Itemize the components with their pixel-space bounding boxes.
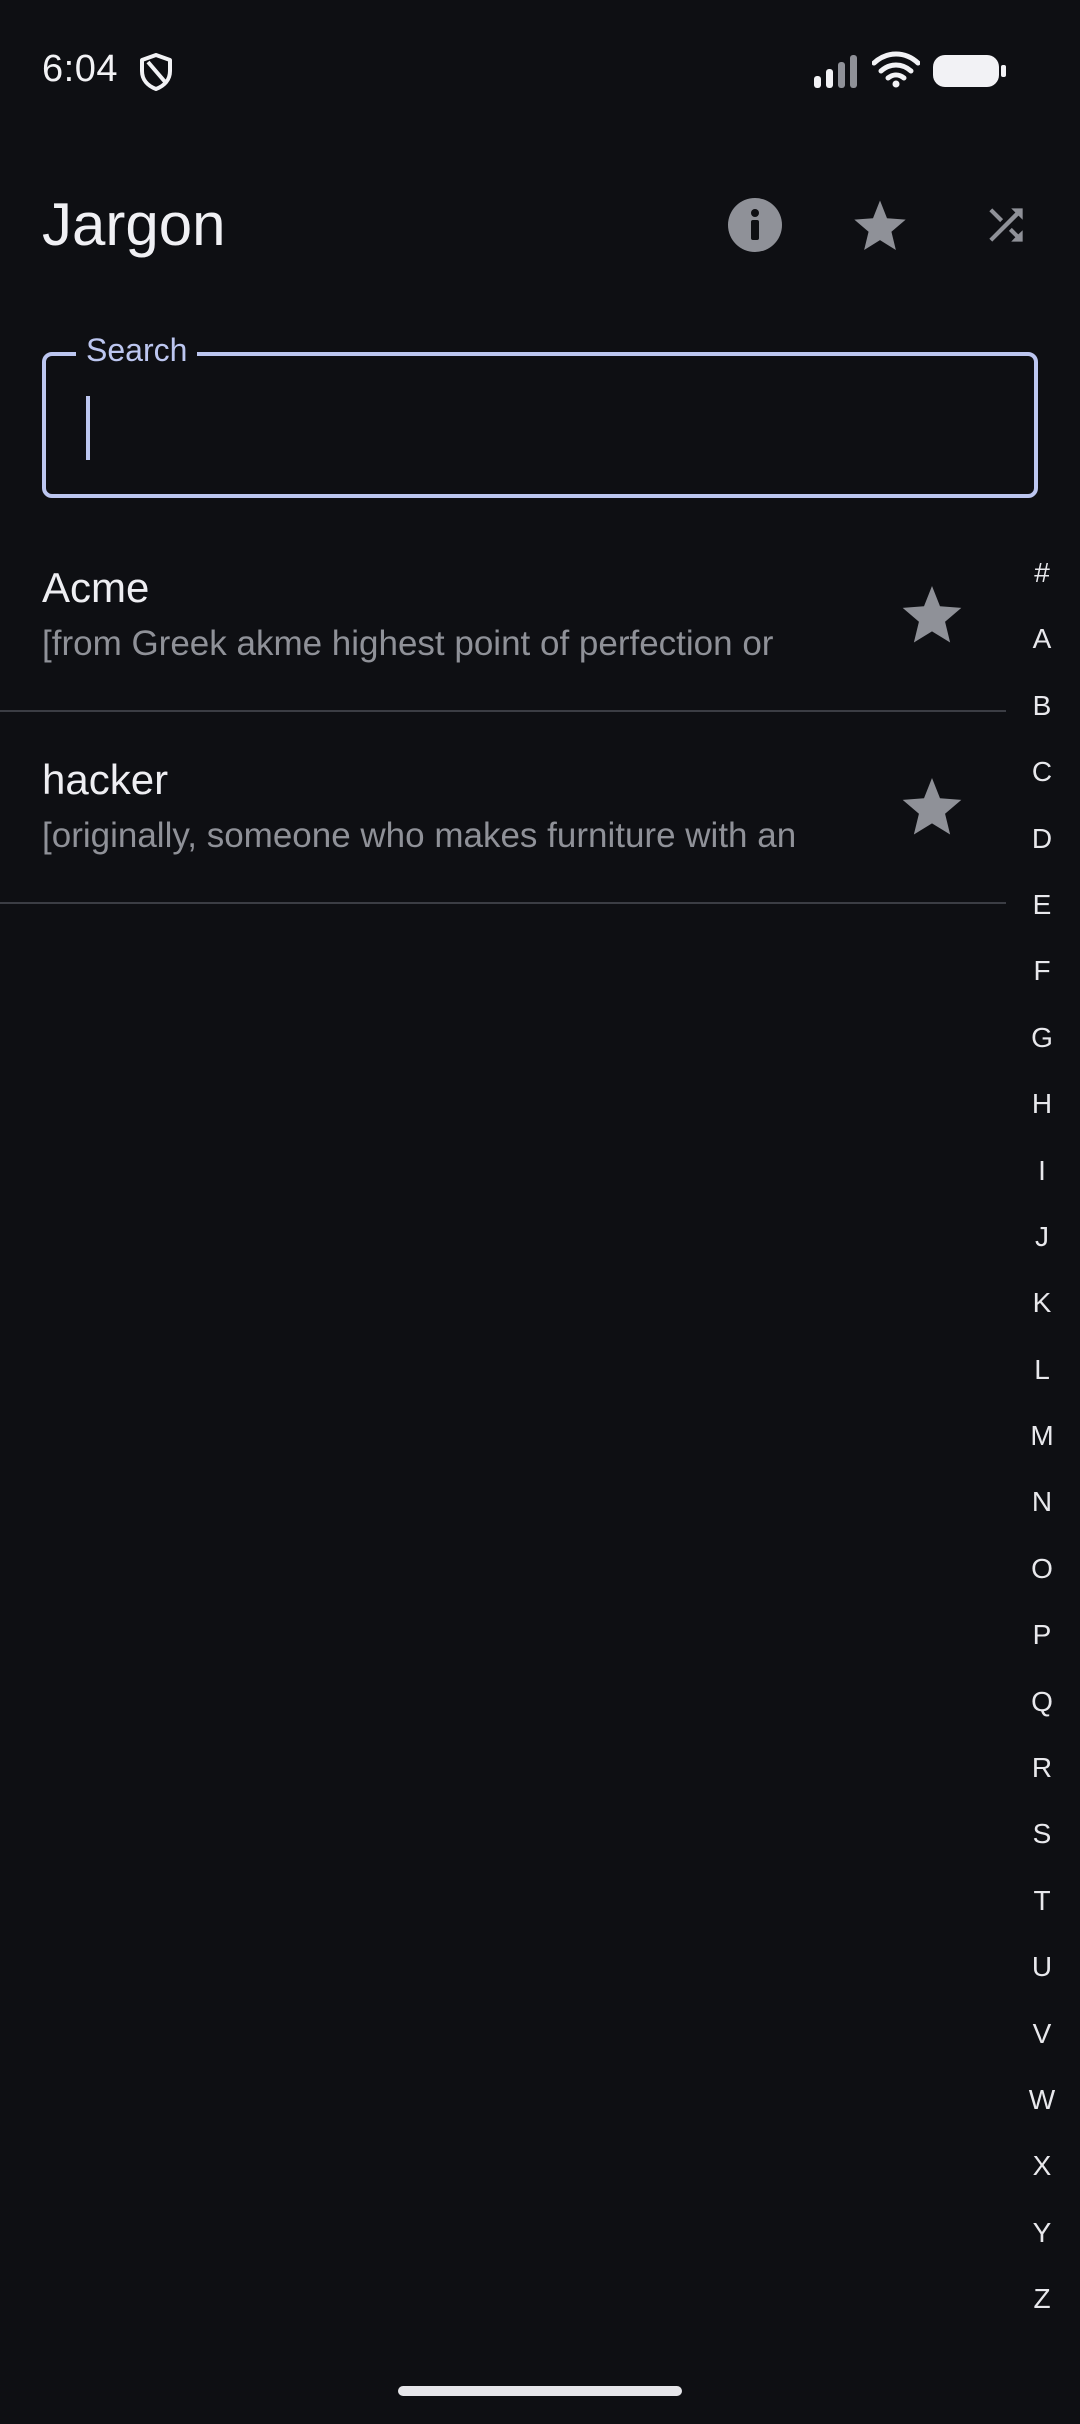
star-icon	[854, 200, 906, 250]
alphabet-index-letter[interactable]: O	[1012, 1536, 1072, 1602]
entry-term: Acme	[42, 564, 150, 611]
alphabet-index-letter[interactable]: P	[1012, 1602, 1072, 1668]
app-title: Jargon	[42, 191, 226, 258]
search-field[interactable]	[42, 352, 1038, 498]
alphabet-index-letter[interactable]: C	[1012, 739, 1072, 805]
signal-icon	[814, 55, 857, 88]
alphabet-index-letter[interactable]: J	[1012, 1204, 1072, 1270]
text-cursor	[86, 396, 90, 460]
alphabet-index-letter[interactable]: A	[1012, 606, 1072, 672]
alphabet-index-letter[interactable]: S	[1012, 1801, 1072, 1867]
info-icon	[728, 198, 782, 252]
alphabet-index-letter[interactable]: Q	[1012, 1669, 1072, 1735]
alphabet-index-letter[interactable]: #	[1012, 540, 1072, 606]
alphabet-index-letter[interactable]: T	[1012, 1868, 1072, 1934]
star-icon[interactable]	[900, 774, 964, 838]
alphabet-index-letter[interactable]: E	[1012, 872, 1072, 938]
wifi-icon	[872, 51, 920, 88]
battery-icon	[933, 55, 1006, 87]
shuffle-icon	[989, 208, 1023, 242]
alphabet-index-letter[interactable]: G	[1012, 1005, 1072, 1071]
entry-list: Acme [from Greek akme highest point of p…	[0, 520, 1006, 904]
list-item[interactable]: Acme [from Greek akme highest point of p…	[0, 520, 1006, 712]
alphabet-index-letter[interactable]: V	[1012, 2001, 1072, 2067]
alphabet-index-letter[interactable]: R	[1012, 1735, 1072, 1801]
alphabet-index-letter[interactable]: H	[1012, 1071, 1072, 1137]
star-icon[interactable]	[900, 582, 964, 646]
list-item[interactable]: hacker [originally, someone who makes fu…	[0, 712, 1006, 904]
alphabet-index-letter[interactable]: M	[1012, 1403, 1072, 1469]
alphabet-index-letter[interactable]: F	[1012, 938, 1072, 1004]
entry-definition: [originally, someone who makes furniture…	[42, 816, 797, 855]
alphabet-index-letter[interactable]: U	[1012, 1934, 1072, 2000]
status-time: 6:04	[42, 48, 118, 90]
alphabet-index-letter[interactable]: Y	[1012, 2200, 1072, 2266]
entry-definition: [from Greek akme highest point of perfec…	[42, 624, 774, 663]
alphabet-index-letter[interactable]: N	[1012, 1469, 1072, 1535]
favorites-button[interactable]	[845, 190, 915, 260]
alphabet-index-letter[interactable]: K	[1012, 1270, 1072, 1336]
info-button[interactable]	[720, 190, 790, 260]
alphabet-index-letter[interactable]: W	[1012, 2067, 1072, 2133]
shuffle-button[interactable]	[971, 190, 1041, 260]
alphabet-index-letter[interactable]: Z	[1012, 2266, 1072, 2332]
status-bar: 6:04	[0, 0, 1080, 140]
alphabet-index-letter[interactable]: B	[1012, 673, 1072, 739]
alphabet-index-letter[interactable]: I	[1012, 1138, 1072, 1204]
shield-icon	[140, 53, 172, 91]
alphabet-index-letter[interactable]: D	[1012, 806, 1072, 872]
alphabet-index-letter[interactable]: X	[1012, 2133, 1072, 2199]
search-input[interactable]	[86, 380, 990, 472]
alphabet-index[interactable]: # A B C D E F G H I J K L M N O P Q R S …	[1012, 540, 1072, 2333]
home-indicator[interactable]	[398, 2386, 682, 2396]
search-label: Search	[76, 332, 198, 369]
entry-term: hacker	[42, 756, 169, 803]
alphabet-index-letter[interactable]: L	[1012, 1337, 1072, 1403]
